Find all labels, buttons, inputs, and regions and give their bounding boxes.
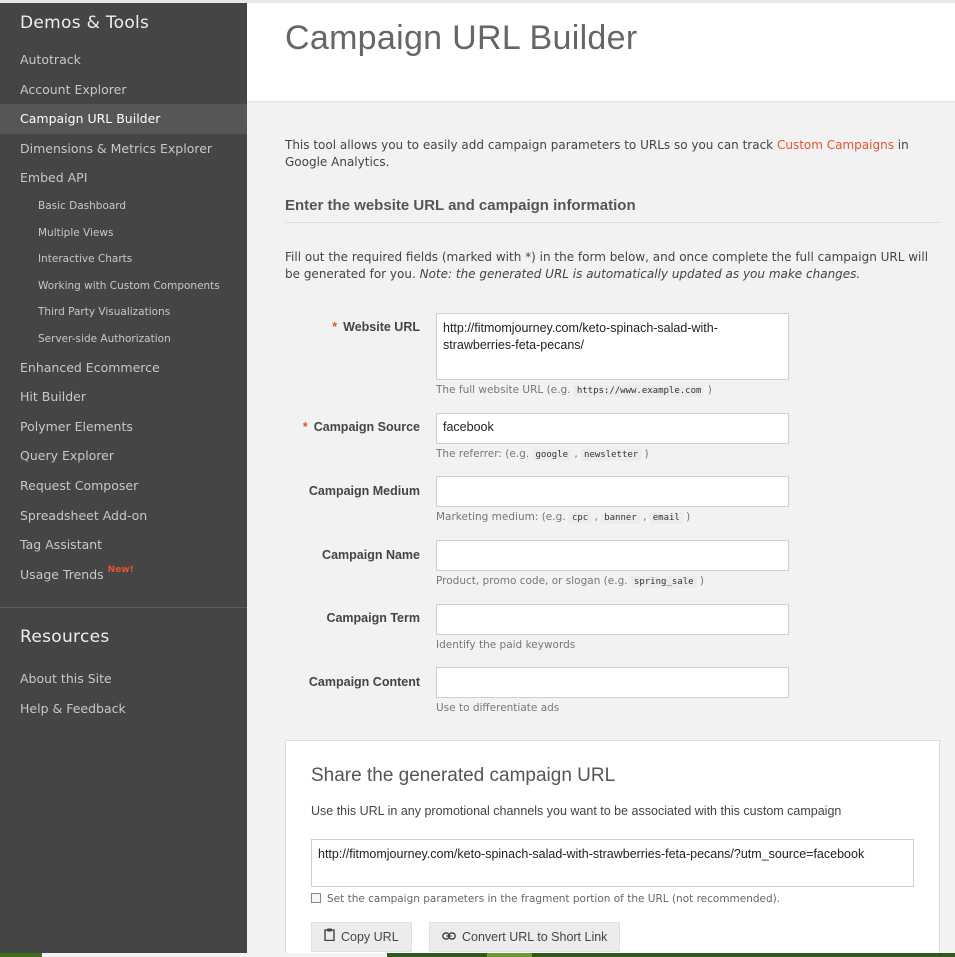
hint-text: ,: [639, 511, 650, 523]
sidebar-item-autotrack[interactable]: Autotrack: [0, 45, 247, 75]
hint-code: banner: [601, 512, 640, 524]
hint-code: google: [532, 449, 572, 461]
required-mark: *: [302, 420, 308, 434]
sidebar-item-tag-assistant[interactable]: Tag Assistant: [0, 530, 247, 560]
sidebar-subitem-server-side-auth[interactable]: Server-side Authorization: [0, 326, 247, 353]
strip-segment: [532, 953, 955, 957]
sidebar-subitem-third-party[interactable]: Third Party Visualizations: [0, 299, 247, 326]
sidebar-item-campaign-url-builder[interactable]: Campaign URL Builder: [0, 104, 247, 134]
convert-short-link-button[interactable]: Convert URL to Short Link: [429, 922, 621, 952]
sidebar-subitem-multiple-views[interactable]: Multiple Views: [0, 220, 247, 247]
strip-segment: [487, 953, 532, 957]
sidebar-item-account-explorer[interactable]: Account Explorer: [0, 75, 247, 105]
campaign-source-hint: The referrer: (e.g. google , newsletter …: [436, 448, 649, 461]
bottom-strip: [0, 953, 955, 957]
sidebar-item-embed-api[interactable]: Embed API: [0, 163, 247, 193]
fragment-checkbox[interactable]: [311, 893, 321, 903]
link-icon: [442, 923, 456, 951]
campaign-content-hint: Use to differentiate ads: [436, 702, 560, 714]
share-title: Share the generated campaign URL: [311, 765, 616, 786]
website-url-field[interactable]: http://fitmomjourney.com/keto-spinach-sa…: [436, 313, 789, 380]
copy-url-label: Copy URL: [341, 930, 399, 944]
generated-url-field[interactable]: http://fitmomjourney.com/keto-spinach-sa…: [311, 839, 914, 887]
sidebar-item-usage-trends[interactable]: Usage Trends New!: [0, 560, 247, 590]
share-panel: Share the generated campaign URL Use thi…: [285, 740, 940, 957]
hint-code: spring_sale: [630, 576, 697, 588]
sidebar-subitem-interactive-charts[interactable]: Interactive Charts: [0, 246, 247, 273]
sidebar-item-enhanced-ecommerce[interactable]: Enhanced Ecommerce: [0, 353, 247, 383]
label-text: Website URL: [343, 320, 420, 334]
hint-code: https://www.example.com: [573, 385, 705, 397]
hint-text: ): [704, 384, 712, 396]
resources-header: Resources: [20, 627, 110, 648]
campaign-source-label: * Campaign Source: [303, 420, 420, 434]
sidebar-item-label: Usage Trends: [20, 566, 104, 582]
hint-code: cpc: [568, 512, 592, 524]
website-url-label: * Website URL: [332, 320, 420, 334]
label-text: Campaign Source: [313, 420, 420, 434]
hint-text: The referrer: (e.g.: [436, 448, 533, 460]
hint-text: ): [696, 575, 704, 587]
hint-text: ): [682, 511, 691, 523]
sidebar-item-request-composer[interactable]: Request Composer: [0, 471, 247, 501]
sidebar-header: Demos & Tools: [20, 13, 150, 33]
campaign-source-field[interactable]: facebook: [436, 413, 789, 444]
sidebar-item-hit-builder[interactable]: Hit Builder: [0, 382, 247, 412]
campaign-term-hint: Identify the paid keywords: [436, 639, 576, 651]
campaign-name-hint: Product, promo code, or slogan (e.g. spr…: [436, 575, 704, 588]
share-description: Use this URL in any promotional channels…: [311, 804, 842, 818]
campaign-name-label: Campaign Name: [322, 548, 420, 562]
campaign-content-label: Campaign Content: [308, 675, 420, 689]
hint-code: newsletter: [581, 449, 642, 461]
sidebar-item-help-feedback[interactable]: Help & Feedback: [0, 694, 247, 724]
website-url-hint: The full website URL (e.g. https://www.e…: [436, 384, 712, 397]
sidebar-item-dimensions-metrics[interactable]: Dimensions & Metrics Explorer: [0, 134, 247, 164]
clipboard-icon: [324, 923, 335, 951]
campaign-name-field[interactable]: [436, 540, 789, 571]
hint-text: Product, promo code, or slogan (e.g.: [436, 575, 631, 587]
fragment-checkbox-label: Set the campaign parameters in the fragm…: [327, 893, 781, 905]
sidebar-item-query-explorer[interactable]: Query Explorer: [0, 441, 247, 471]
sidebar-item-spreadsheet-addon[interactable]: Spreadsheet Add-on: [0, 501, 247, 531]
sidebar-subitem-basic-dashboard[interactable]: Basic Dashboard: [0, 193, 247, 220]
campaign-medium-hint: Marketing medium: (e.g. cpc , banner , e…: [436, 511, 691, 524]
sidebar-item-about[interactable]: About this Site: [0, 664, 247, 694]
campaign-medium-field[interactable]: [436, 476, 789, 507]
hint-text: ,: [571, 448, 582, 460]
campaign-medium-label: Campaign Medium: [308, 484, 420, 498]
sidebar-item-polymer-elements[interactable]: Polymer Elements: [0, 412, 247, 442]
convert-short-link-label: Convert URL to Short Link: [462, 930, 608, 944]
new-badge: New!: [107, 564, 134, 575]
hint-code: email: [649, 512, 683, 524]
hint-text: ,: [591, 511, 602, 523]
campaign-content-field[interactable]: [436, 667, 789, 698]
strip-segment: [0, 953, 42, 957]
campaign-term-label: Campaign Term: [326, 611, 420, 625]
sidebar-subitem-custom-components[interactable]: Working with Custom Components: [0, 273, 247, 300]
hint-text: The full website URL (e.g.: [436, 384, 574, 396]
campaign-term-field[interactable]: [436, 604, 789, 635]
copy-url-button[interactable]: Copy URL: [311, 922, 412, 952]
strip-segment: [42, 953, 387, 957]
strip-segment: [387, 953, 487, 957]
hint-text: ): [641, 448, 649, 460]
hint-text: Marketing medium: (e.g.: [436, 511, 569, 523]
sidebar: Demos & Tools Autotrack Account Explorer…: [0, 0, 247, 957]
required-mark: *: [332, 320, 338, 334]
fragment-option: Set the campaign parameters in the fragm…: [311, 893, 780, 905]
